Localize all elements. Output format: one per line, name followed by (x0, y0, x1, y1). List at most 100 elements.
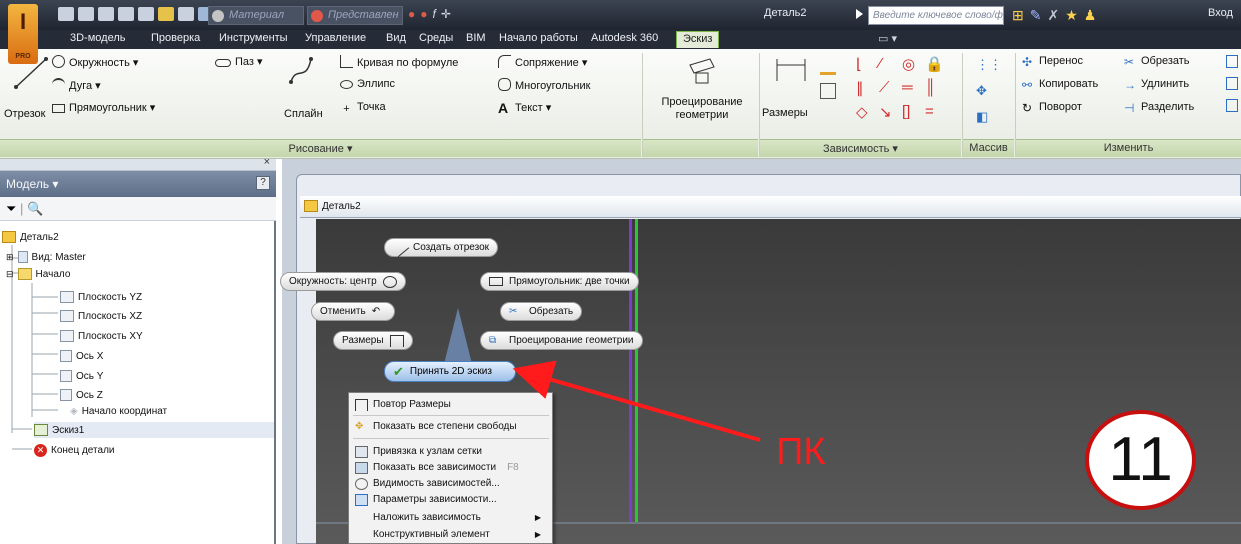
create-line-button[interactable]: Создать отрезок (384, 238, 499, 257)
find-icon[interactable]: 🔍 (27, 201, 43, 216)
show-constraints-icon[interactable] (820, 83, 836, 99)
tree-item-sketch1[interactable]: Эскиз1 (34, 422, 274, 438)
trim-button[interactable]: ✂ Обрезать (1124, 55, 1190, 69)
rotate-button[interactable]: ↻ Поворот (1022, 101, 1082, 115)
extend-button[interactable]: → Удлинить (1124, 78, 1189, 92)
stretch-icon[interactable] (1226, 77, 1238, 90)
panel-modify-footer[interactable]: Изменить (1016, 139, 1241, 157)
browser-help-icon[interactable]: ? (256, 176, 270, 190)
tree-item-end-of-part[interactable]: ✕ Конец детали (34, 442, 115, 458)
redo-icon[interactable] (138, 7, 154, 21)
tab-autodesk-360[interactable]: Autodesk 360 (591, 32, 658, 44)
context-item-show-all-constraints[interactable]: Показать все зависимости F8 (355, 460, 549, 475)
login-link[interactable]: Вход (1208, 7, 1233, 19)
appearance-combo[interactable]: Представлен (307, 6, 403, 25)
fillet-button[interactable]: Сопряжение ▾ (498, 55, 587, 69)
tab-sketch[interactable]: Эскиз (676, 31, 720, 48)
concentric-icon[interactable]: ◎ (902, 55, 925, 73)
context-item-constraint-settings[interactable]: Параметры зависимости... (355, 492, 549, 507)
project-geometry-button[interactable]: ⧉ Проецирование геометрии (480, 331, 643, 350)
panel-constrain-footer[interactable]: Зависимость ▾ (760, 139, 961, 157)
context-item-show-dof[interactable]: ✥ Показать все степени свободы (355, 419, 549, 434)
tab-view[interactable]: Вид (386, 32, 406, 44)
tree-item-origin-folder[interactable]: ⊟ Начало (6, 266, 70, 282)
context-item-construction[interactable]: Конструктивный элемент ▶ (355, 527, 549, 542)
tab-manage[interactable]: Управление (305, 32, 366, 44)
rectangle-two-points-button[interactable]: Прямоугольник: две точки (480, 272, 639, 291)
move-button[interactable]: ✣ Перенос (1022, 55, 1083, 69)
user-icon[interactable]: ♟ (1084, 7, 1097, 24)
tree-item-axis-x[interactable]: Ось X (60, 348, 103, 364)
document-tab[interactable]: Деталь2 (300, 196, 1241, 218)
tree-item-plane-xz[interactable]: Плоскость XZ (60, 308, 142, 324)
update-icon[interactable] (178, 7, 194, 21)
offset-icon[interactable] (1226, 99, 1238, 112)
collapse-icon[interactable]: ⊟ (6, 269, 14, 280)
polygon-button[interactable]: Многоугольник (498, 78, 590, 92)
ellipse-button[interactable]: Эллипс (340, 78, 395, 90)
app-logo[interactable]: I PRO (8, 4, 38, 64)
project-geometry-button[interactable]: Проецирование геометрии (648, 96, 756, 122)
scale-icon[interactable] (1226, 55, 1238, 68)
tree-item-plane-yz[interactable]: Плоскость YZ (60, 289, 142, 305)
tab-get-started[interactable]: Начало работы (499, 32, 578, 44)
tab-3d-model[interactable]: 3D-модель (70, 32, 125, 44)
auto-dimension-icon[interactable] (820, 59, 836, 75)
rectangular-pattern-icon[interactable]: ⋮⋮ (976, 57, 1002, 73)
tab-environments[interactable]: Среды (419, 32, 453, 44)
split-button[interactable]: ⊣ Разделить (1124, 101, 1194, 115)
circle-button[interactable]: Окружность ▾ (52, 55, 138, 69)
circle-center-button[interactable]: Окружность: центр (280, 272, 406, 291)
equal-icon[interactable]: = (925, 103, 948, 121)
text-button[interactable]: A Текст ▾ (498, 101, 551, 115)
browser-close-icon[interactable]: × (264, 156, 270, 168)
collinear-icon[interactable]: ⁄ (879, 55, 902, 73)
smooth-icon[interactable]: ↘ (879, 103, 902, 121)
expand-icon[interactable]: ⊞ (6, 252, 14, 263)
tree-item-view-master[interactable]: ⊞ Вид: Master (6, 249, 86, 265)
undo-button[interactable]: Отменить ↶ (311, 302, 395, 321)
arc-button[interactable]: Дуга ▾ (52, 78, 101, 92)
keyword-search-input[interactable]: Введите ключевое слово/фразу (868, 6, 1004, 25)
rectangle-button[interactable]: Прямоугольник ▾ (52, 101, 155, 114)
line-button[interactable]: Отрезок (4, 108, 45, 121)
save-icon[interactable] (98, 7, 114, 21)
context-item-snap-to-grid[interactable]: Привязка к узлам сетки (355, 444, 549, 459)
communication-icon[interactable]: ✗ (1047, 7, 1059, 24)
binoculars-icon[interactable]: ⊞ (1012, 7, 1024, 24)
tab-bim[interactable]: BIM (466, 32, 486, 44)
subscription-icon[interactable]: ✎ (1030, 7, 1042, 24)
parallel-icon[interactable]: ∥ (856, 79, 879, 97)
dimension-button[interactable]: Размеры (762, 107, 808, 120)
panel-draw-footer[interactable]: Рисование ▾ (0, 139, 641, 157)
point-button[interactable]: + Точка (340, 101, 385, 116)
tree-item-center-point[interactable]: ◈ Начало координат (70, 403, 167, 419)
horizontal-icon[interactable]: ═ (902, 79, 925, 97)
trim-button[interactable]: ✂ Обрезать (500, 302, 583, 321)
context-item-apply-constraint[interactable]: Наложить зависимость ▶ (355, 510, 549, 525)
tangent-icon[interactable]: ◇ (856, 103, 879, 121)
filter-icon[interactable]: ⏷ (6, 201, 16, 216)
mirror-icon[interactable]: ◧ (976, 109, 1002, 125)
undo-icon[interactable] (118, 7, 134, 21)
tree-item-axis-y[interactable]: Ось Y (60, 368, 103, 384)
select-icon[interactable] (158, 7, 174, 21)
perpendicular-icon[interactable]: ⟋ (879, 79, 902, 97)
material-combo[interactable]: Материал (208, 6, 304, 25)
slot-button[interactable]: Паз ▾ (215, 55, 263, 68)
accept-sketch-button[interactable]: ✔ Принять 2D эскиз (384, 361, 516, 382)
tree-item-axis-z[interactable]: Ось Z (60, 387, 103, 403)
browser-header[interactable]: Модель ▾ ? (0, 171, 276, 197)
copy-button[interactable]: ⚯ Копировать (1022, 78, 1098, 92)
symmetric-icon[interactable]: [] (902, 103, 925, 121)
tree-item-part[interactable]: Деталь2 (2, 229, 59, 245)
spline-button[interactable]: Сплайн (284, 108, 323, 121)
circular-pattern-icon[interactable]: ✥ (976, 83, 1002, 99)
measure-icon[interactable]: ✛ (441, 7, 451, 21)
search-expand-icon[interactable] (856, 9, 863, 19)
function-icon[interactable]: f (433, 7, 436, 21)
open-file-icon[interactable] (78, 7, 94, 21)
context-item-constraint-visibility[interactable]: Видимость зависимостей... (355, 476, 549, 491)
dimensions-button[interactable]: Размеры (333, 331, 413, 350)
vertical-icon[interactable]: ║ (925, 79, 948, 97)
